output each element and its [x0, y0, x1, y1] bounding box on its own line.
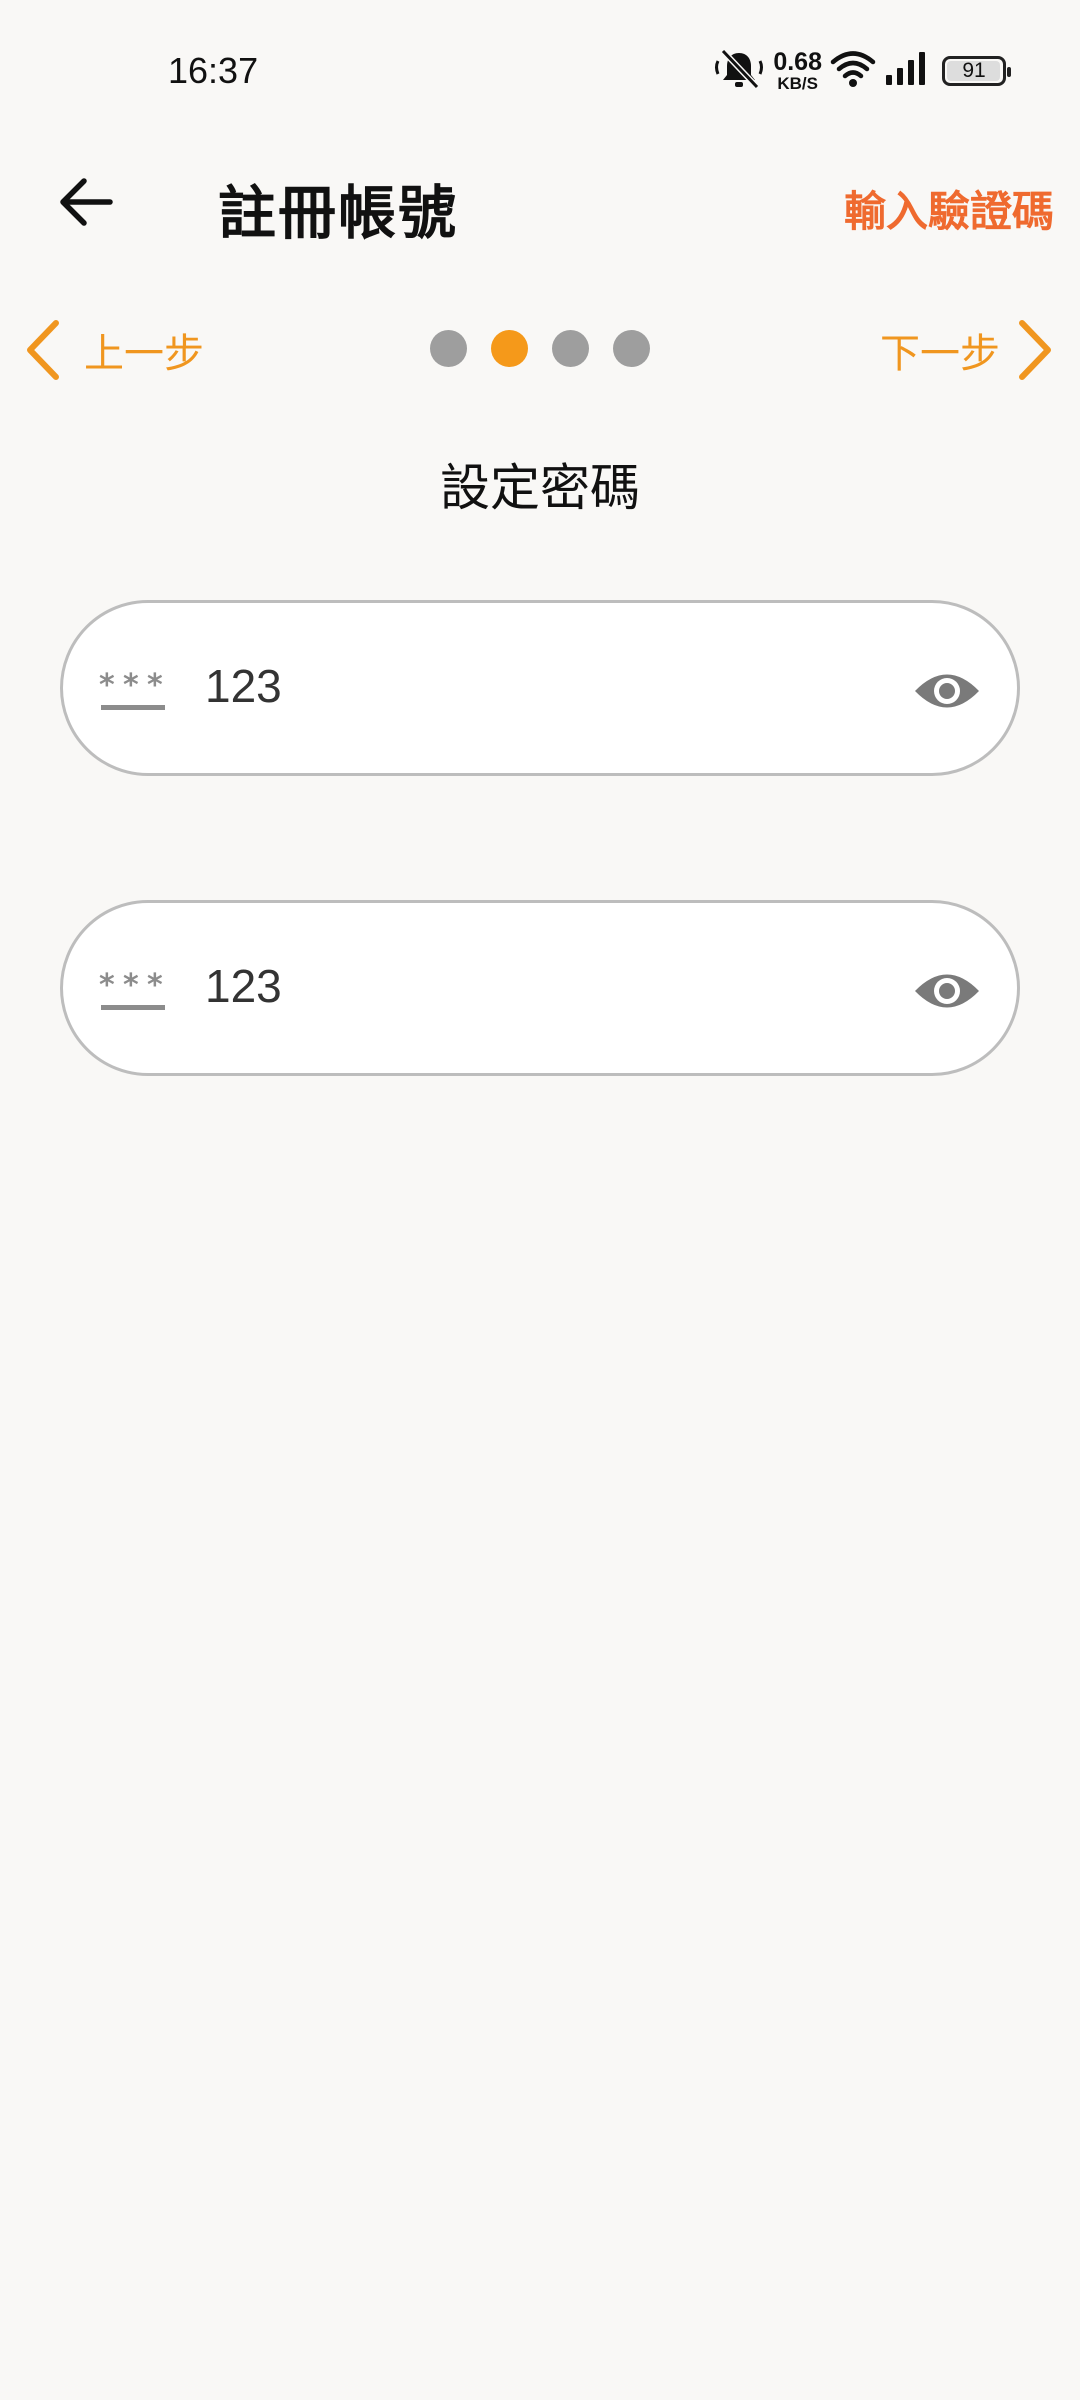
svg-text:*: * [123, 968, 139, 1003]
app-header: 註冊帳號 輸入驗證碼 [0, 140, 1080, 260]
mute-icon [713, 47, 765, 95]
password-field[interactable]: * * * 123 [60, 600, 1020, 776]
confirm-password-value: 123 [205, 960, 282, 1012]
svg-text:*: * [147, 968, 163, 1003]
wifi-icon [830, 49, 876, 93]
confirm-password-field[interactable]: * * * 123 [60, 900, 1020, 1076]
register-screen: 16:37 0.68 KB/S 91 註冊帳號 輸入驗證碼 上一步 下一步 設定… [0, 0, 1080, 2400]
chevron-left-icon [27, 320, 59, 380]
svg-text:*: * [123, 668, 139, 703]
toggle-confirm-password-visibility-button[interactable] [911, 957, 983, 1025]
svg-text:*: * [147, 668, 163, 703]
previous-step-label: 上一步 [84, 331, 204, 377]
status-bar: 16:37 0.68 KB/S 91 [0, 0, 1080, 130]
arrow-left-icon [60, 178, 113, 226]
svg-text:*: * [99, 668, 115, 703]
enter-verification-code-button[interactable]: 輸入驗證碼 [844, 178, 1054, 239]
next-step-label: 下一步 [880, 331, 1000, 377]
toggle-password-visibility-button[interactable] [911, 657, 983, 725]
step-dot-3 [552, 330, 589, 367]
eye-icon [915, 974, 979, 1008]
battery-icon: 91 [942, 56, 1011, 86]
password-icon: * * * [99, 668, 165, 710]
signal-icon [884, 51, 928, 91]
password-icon: * * * [99, 968, 165, 1010]
step-dot-1 [430, 330, 467, 367]
chevron-right-icon [1019, 320, 1051, 380]
net-speed-value: 0.68 [773, 48, 822, 76]
eye-icon [915, 674, 979, 708]
previous-step-button[interactable]: 上一步 [24, 314, 204, 386]
step-dot-4 [613, 330, 650, 367]
step-indicator [430, 330, 650, 367]
password-value: 123 [205, 660, 282, 712]
next-step-button[interactable]: 下一步 [880, 314, 1054, 386]
svg-text:*: * [99, 968, 115, 1003]
net-speed-unit: KB/S [777, 74, 818, 93]
status-icons: 0.68 KB/S 91 [713, 46, 1011, 96]
battery-level: 91 [962, 59, 986, 82]
section-title: 設定密碼 [440, 459, 640, 517]
page-title: 註冊帳號 [218, 179, 459, 247]
status-time: 16:37 [168, 50, 259, 91]
step-navigation: 上一步 下一步 [0, 300, 1080, 400]
back-button[interactable] [46, 162, 126, 242]
net-speed: 0.68 KB/S [773, 48, 822, 93]
step-dot-2-active [491, 330, 528, 367]
